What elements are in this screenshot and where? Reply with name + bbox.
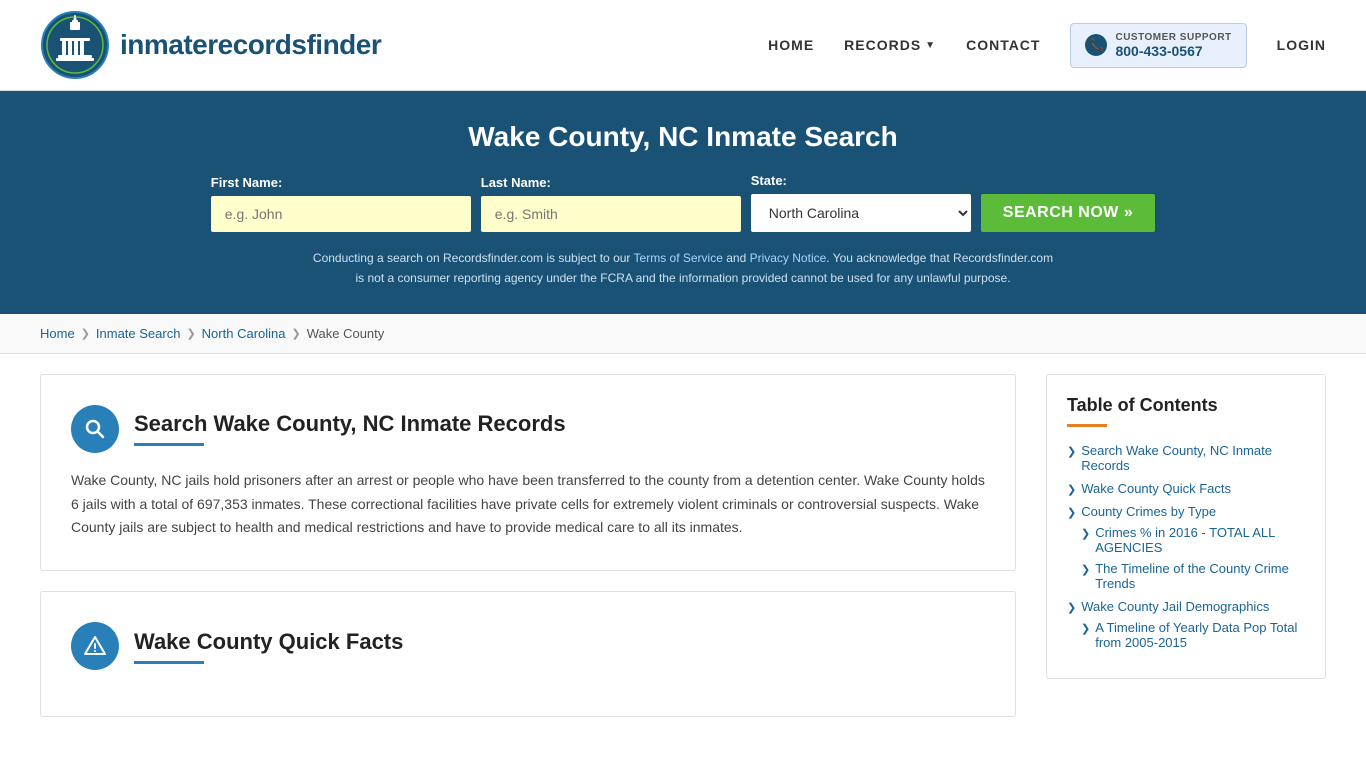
toc-subitem-2: ❯ The Timeline of the County Crime Trend… xyxy=(1081,561,1305,591)
breadcrumb-sep-3: ❯ xyxy=(292,327,301,340)
logo-area: inmaterecordsfinder xyxy=(40,10,381,80)
customer-support-button[interactable]: 📞 CUSTOMER SUPPORT 800-433-0567 xyxy=(1070,23,1246,68)
toc-item-1: ❯ Search Wake County, NC Inmate Records xyxy=(1067,443,1305,473)
chevron-right-icon: ❯ xyxy=(1067,601,1076,614)
toc-card: Table of Contents ❯ Search Wake County, … xyxy=(1046,374,1326,679)
breadcrumb: Home ❯ Inmate Search ❯ North Carolina ❯ … xyxy=(0,314,1366,354)
search-button[interactable]: SEARCH NOW » xyxy=(981,194,1155,232)
support-label: CUSTOMER SUPPORT xyxy=(1115,32,1231,43)
toc-sublist-2: ❯ A Timeline of Yearly Data Pop Total fr… xyxy=(1067,620,1305,650)
chevron-right-icon: ❯ xyxy=(1067,483,1076,496)
first-name-field-group: First Name: xyxy=(211,175,471,232)
card1-body: Wake County, NC jails hold prisoners aft… xyxy=(71,469,985,540)
card1-header: Search Wake County, NC Inmate Records xyxy=(71,405,985,453)
nav-login[interactable]: LOGIN xyxy=(1277,37,1326,53)
toc-item-2: ❯ Wake County Quick Facts xyxy=(1067,481,1305,496)
card-quick-facts: Wake County Quick Facts xyxy=(40,591,1016,717)
breadcrumb-wake-county: Wake County xyxy=(307,326,385,341)
warning-icon xyxy=(83,634,107,658)
toc-subitem-1: ❯ Crimes % in 2016 - TOTAL ALL AGENCIES xyxy=(1081,525,1305,555)
toc-sublink-3[interactable]: ❯ A Timeline of Yearly Data Pop Total fr… xyxy=(1081,620,1305,650)
toc-link-2[interactable]: ❯ Wake County Quick Facts xyxy=(1067,481,1305,496)
chevron-right-icon: ❯ xyxy=(1081,563,1090,576)
main-content: Search Wake County, NC Inmate Records Wa… xyxy=(0,354,1366,757)
state-select[interactable]: AlabamaAlaskaArizonaArkansasCaliforniaCo… xyxy=(751,194,971,232)
toc-item-3: ❯ County Crimes by Type ❯ Crimes % in 20… xyxy=(1067,504,1305,591)
card2-underline xyxy=(134,661,204,664)
card2-title: Wake County Quick Facts xyxy=(134,629,403,655)
state-field-group: State: AlabamaAlaskaArizonaArkansasCalif… xyxy=(751,173,971,232)
privacy-link[interactable]: Privacy Notice xyxy=(750,251,827,265)
toc-item-4: ❯ Wake County Jail Demographics ❯ A Time… xyxy=(1067,599,1305,650)
chevron-right-icon: ❯ xyxy=(1081,622,1090,635)
right-sidebar: Table of Contents ❯ Search Wake County, … xyxy=(1046,374,1326,737)
breadcrumb-home[interactable]: Home xyxy=(40,326,75,341)
last-name-input[interactable] xyxy=(481,196,741,232)
logo-icon xyxy=(40,10,110,80)
toc-link-4[interactable]: ❯ Wake County Jail Demographics xyxy=(1067,599,1305,614)
warning-icon-circle xyxy=(71,622,119,670)
toc-link-1[interactable]: ❯ Search Wake County, NC Inmate Records xyxy=(1067,443,1305,473)
search-icon xyxy=(83,417,107,441)
hero-section: Wake County, NC Inmate Search First Name… xyxy=(0,91,1366,314)
chevron-down-icon: ▼ xyxy=(925,40,936,51)
hero-disclaimer: Conducting a search on Recordsfinder.com… xyxy=(308,248,1058,289)
toc-link-3[interactable]: ❯ County Crimes by Type xyxy=(1067,504,1305,519)
support-number: 800-433-0567 xyxy=(1115,43,1231,59)
breadcrumb-north-carolina[interactable]: North Carolina xyxy=(202,326,286,341)
terms-link[interactable]: Terms of Service xyxy=(634,251,723,265)
nav-home[interactable]: HOME xyxy=(768,37,814,53)
chevron-right-icon: ❯ xyxy=(1081,527,1090,540)
toc-sublink-2[interactable]: ❯ The Timeline of the County Crime Trend… xyxy=(1081,561,1305,591)
first-name-label: First Name: xyxy=(211,175,283,190)
card1-underline xyxy=(134,443,204,446)
toc-title: Table of Contents xyxy=(1067,395,1305,416)
toc-subitem-3: ❯ A Timeline of Yearly Data Pop Total fr… xyxy=(1081,620,1305,650)
toc-sublist-1: ❯ Crimes % in 2016 - TOTAL ALL AGENCIES … xyxy=(1067,525,1305,591)
chevron-right-icon: ❯ xyxy=(1067,445,1076,458)
logo-text: inmaterecordsfinder xyxy=(120,29,381,61)
nav: HOME RECORDS ▼ CONTACT 📞 CUSTOMER SUPPOR… xyxy=(768,23,1326,68)
headset-icon: 📞 xyxy=(1085,34,1107,56)
chevron-right-icon: ❯ xyxy=(1067,506,1076,519)
breadcrumb-sep-1: ❯ xyxy=(81,327,90,340)
left-content: Search Wake County, NC Inmate Records Wa… xyxy=(40,374,1046,737)
card1-title: Search Wake County, NC Inmate Records xyxy=(134,411,566,437)
first-name-input[interactable] xyxy=(211,196,471,232)
nav-records[interactable]: RECORDS ▼ xyxy=(844,37,936,53)
state-label: State: xyxy=(751,173,787,188)
search-icon-circle xyxy=(71,405,119,453)
toc-sublink-1[interactable]: ❯ Crimes % in 2016 - TOTAL ALL AGENCIES xyxy=(1081,525,1305,555)
last-name-label: Last Name: xyxy=(481,175,551,190)
header: inmaterecordsfinder HOME RECORDS ▼ CONTA… xyxy=(0,0,1366,91)
breadcrumb-inmate-search[interactable]: Inmate Search xyxy=(96,326,181,341)
card-inmate-records: Search Wake County, NC Inmate Records Wa… xyxy=(40,374,1016,571)
breadcrumb-sep-2: ❯ xyxy=(186,327,195,340)
toc-list: ❯ Search Wake County, NC Inmate Records … xyxy=(1067,443,1305,650)
toc-divider xyxy=(1067,424,1107,427)
hero-title: Wake County, NC Inmate Search xyxy=(40,121,1326,153)
card2-header: Wake County Quick Facts xyxy=(71,622,985,670)
search-form: First Name: Last Name: State: AlabamaAla… xyxy=(40,173,1326,232)
nav-contact[interactable]: CONTACT xyxy=(966,37,1040,53)
last-name-field-group: Last Name: xyxy=(481,175,741,232)
